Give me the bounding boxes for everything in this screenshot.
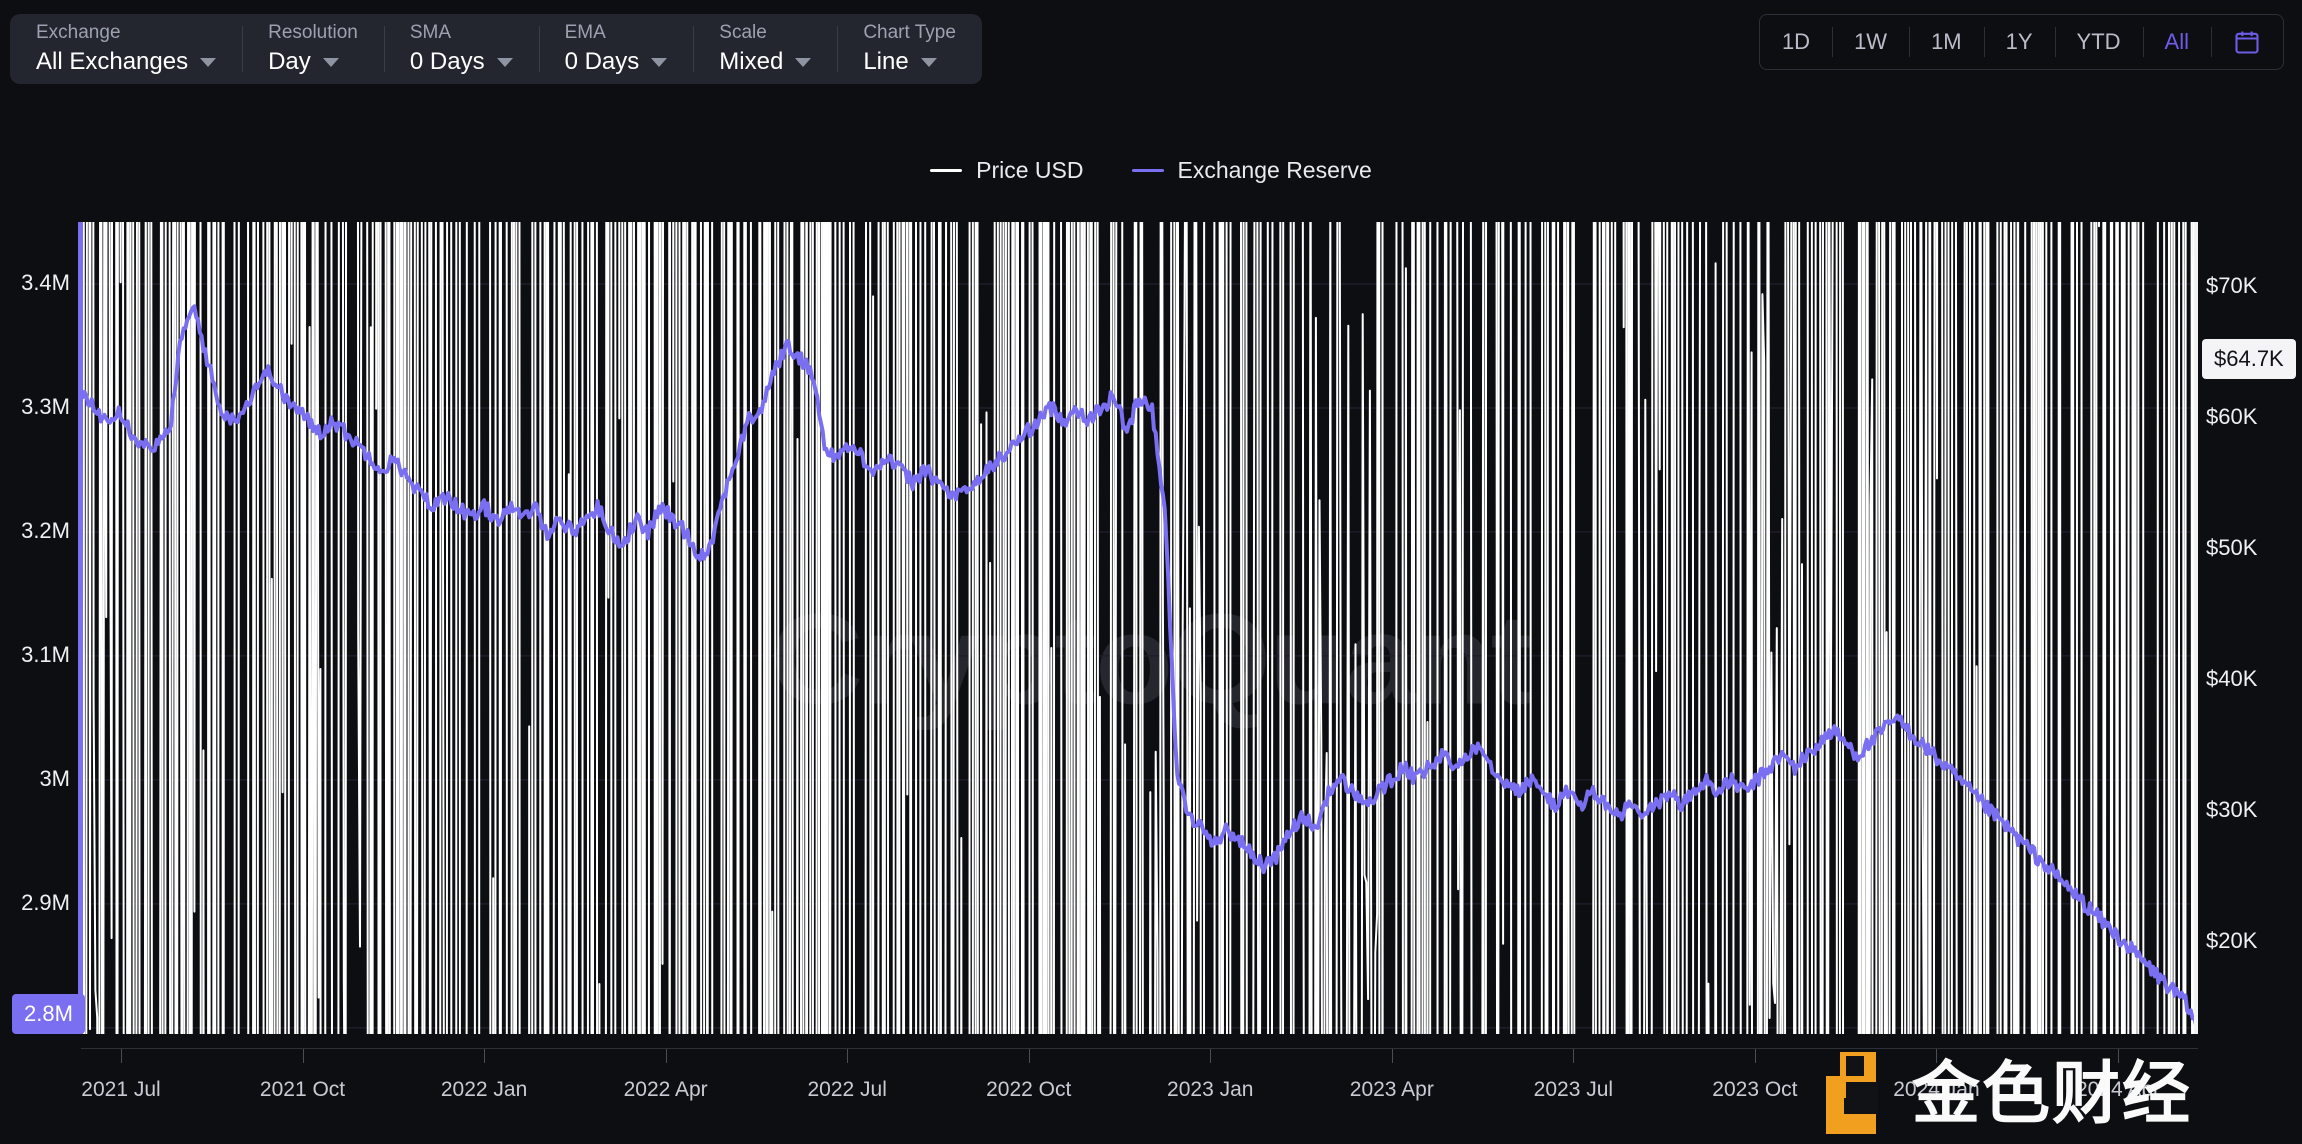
range-button-1d[interactable]: 1D	[1760, 15, 1832, 69]
range-button-1w[interactable]: 1W	[1832, 15, 1909, 69]
x-axis-tick-label: 2021 Jul	[81, 1078, 161, 1101]
control-chart-type[interactable]: Chart Type Line	[837, 14, 982, 84]
chart-legend: Price USD Exchange Reserve	[0, 157, 2302, 184]
right-axis-tick-label: $70K	[2206, 273, 2258, 299]
x-axis-tick-label: 2022 Apr	[623, 1078, 708, 1101]
x-axis-tick	[1210, 1049, 1212, 1063]
x-axis-tick	[1754, 1049, 1756, 1063]
left-axis-tick-label: 3.4M	[21, 269, 70, 295]
range-button-all[interactable]: All	[2142, 15, 2211, 69]
x-axis-tick-label: 2022 Oct	[986, 1078, 1072, 1101]
x-axis-tick-label: 2022 Jul	[807, 1078, 887, 1101]
legend-label: Exchange Reserve	[1177, 157, 1372, 183]
left-axis-tick-label: 3.2M	[21, 517, 70, 543]
control-label: Exchange	[36, 22, 121, 44]
chevron-down-icon[interactable]	[795, 57, 812, 67]
chevron-down-icon[interactable]	[496, 57, 513, 67]
x-axis-tick	[121, 1049, 122, 1063]
x-axis-tick-label: 2023 Jan	[1167, 1078, 1254, 1101]
right-axis-tick-label: $60K	[2206, 404, 2258, 430]
x-axis-tick	[847, 1049, 849, 1063]
x-axis-tick-label: 2023 Oct	[1712, 1078, 1798, 1101]
range-button-1y[interactable]: 1Y	[1983, 15, 2055, 69]
control-resolution[interactable]: Resolution Day	[242, 14, 384, 84]
control-label: EMA	[564, 22, 606, 44]
left-axis-current-value-badge: 2.8M	[12, 993, 85, 1034]
legend-item-0[interactable]: Price USD	[930, 157, 1084, 184]
control-scale[interactable]: Scale Mixed	[693, 14, 837, 84]
control-label: Chart Type	[863, 22, 956, 44]
jinse-watermark-text: 金色财经	[1912, 1056, 2193, 1132]
calendar-icon[interactable]	[2211, 15, 2283, 69]
control-value: Line	[863, 47, 909, 75]
x-axis-tick	[1573, 1049, 1575, 1063]
left-axis-line	[78, 222, 83, 1034]
chevron-down-icon[interactable]	[322, 57, 339, 67]
range-button-1m[interactable]: 1M	[1909, 15, 1984, 69]
x-axis-tick	[302, 1049, 304, 1063]
series-line-price-usd	[81, 222, 2198, 1034]
left-axis-tick-label: 3.1M	[21, 641, 70, 667]
control-exchange[interactable]: Exchange All Exchanges	[10, 14, 242, 84]
time-range-selector: 1D 1W 1M 1Y YTD All	[1758, 14, 2284, 70]
control-value: 0 Days	[409, 47, 485, 75]
chart-page: Exchange All Exchanges Resolution Day SMA 0 D…	[0, 0, 2302, 1144]
control-value: Day	[268, 47, 311, 75]
right-axis-tick-label: $20K	[2206, 928, 2258, 954]
control-value: Mixed	[719, 47, 784, 75]
x-axis-tick	[1028, 1049, 1030, 1063]
x-axis-tick	[484, 1049, 486, 1063]
x-axis-tick-label: 2021 Oct	[259, 1078, 346, 1101]
control-label: SMA	[409, 22, 452, 44]
left-axis-tick-label: 3.3M	[21, 393, 70, 419]
jinse-logo-icon	[1826, 1052, 1878, 1134]
legend-label: Price USD	[976, 157, 1084, 183]
legend-item-1[interactable]: Exchange Reserve	[1131, 157, 1372, 184]
x-axis-tick	[665, 1049, 667, 1063]
right-axis-tick-label: $30K	[2206, 797, 2258, 823]
right-axis-line	[2194, 222, 2198, 1034]
range-button-ytd[interactable]: YTD	[2054, 15, 2143, 69]
left-axis-tick-label: 3M	[39, 765, 70, 791]
chart-canvas	[81, 222, 2198, 1034]
control-label: Resolution	[268, 22, 358, 44]
legend-color-swatch	[1131, 169, 1164, 172]
chart-settings-toolbar: Exchange All Exchanges Resolution Day SMA 0 D…	[10, 14, 982, 84]
jinse-watermark: 金色财经	[1800, 1048, 2192, 1140]
chevron-down-icon[interactable]	[200, 57, 217, 67]
x-axis-tick-label: 2022 Jan	[440, 1078, 528, 1101]
right-axis-tick-label: $40K	[2206, 666, 2258, 692]
legend-color-swatch	[930, 169, 963, 172]
right-axis-tick-label: $50K	[2206, 535, 2258, 561]
control-sma[interactable]: SMA 0 Days	[383, 14, 539, 84]
chevron-down-icon[interactable]	[651, 57, 668, 67]
control-ema[interactable]: EMA 0 Days	[538, 14, 694, 84]
left-axis-tick-label: 2.9M	[21, 889, 70, 915]
control-value: All Exchanges	[36, 47, 189, 75]
chevron-down-icon[interactable]	[920, 57, 937, 67]
control-label: Scale	[719, 22, 767, 44]
x-axis-tick	[1391, 1049, 1393, 1063]
right-axis-current-value-badge: $64.7K	[2202, 338, 2296, 379]
chart-plot-area[interactable]	[81, 222, 2198, 1034]
x-axis-tick-label: 2023 Jul	[1533, 1078, 1614, 1101]
control-value: 0 Days	[564, 47, 640, 75]
x-axis-tick-label: 2023 Apr	[1349, 1078, 1434, 1101]
